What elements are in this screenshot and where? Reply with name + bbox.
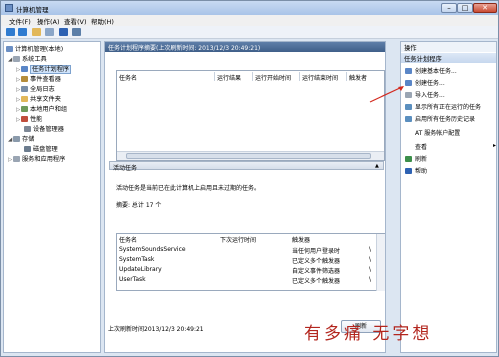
active-tasks-section-header[interactable]: 活动任务 ▲ (109, 161, 384, 172)
up-folder-icon[interactable] (32, 28, 41, 36)
tree-item-device-manager[interactable]: 设备管理器 (24, 124, 64, 133)
title-bar: 计算机管理 – □ ✕ (1, 1, 498, 15)
column-header[interactable]: 运行结束时间 (302, 73, 338, 82)
tree-item-root[interactable]: 计算机管理(本地) (6, 44, 63, 53)
maximize-button[interactable]: □ (457, 3, 473, 13)
menu-file[interactable]: 文件(F) (9, 16, 31, 26)
minimize-button[interactable]: – (441, 3, 457, 13)
computer-management-icon (5, 4, 13, 12)
tree-item-services[interactable]: ▷ 服务和应用程序 (8, 154, 65, 163)
properties-icon[interactable] (72, 28, 81, 36)
computer-icon (6, 46, 13, 52)
forward-icon[interactable] (18, 28, 27, 36)
grid-header-row: 任务名 下次运行时间 触发器 (117, 234, 377, 244)
action-at-service-config[interactable]: AT 服务帐户配置 (405, 128, 460, 137)
actions-header: 操作 (401, 42, 496, 52)
table-row[interactable]: UpdateLibrary 自定义事件筛选器 \ (117, 265, 377, 275)
center-pane: 任务计划程序摘要(上次刷新时间: 2013/12/3 20:49:21) 任务名… (104, 41, 386, 353)
active-tasks-grid: 任务名 下次运行时间 触发器 SystemSoundsService 当任何用户… (116, 233, 385, 291)
action-create-basic-task[interactable]: 创建基本任务... (405, 66, 457, 75)
menu-bar: 文件(F) 操作(A) 查看(V) 帮助(H) (1, 15, 498, 26)
summary-header: 任务计划程序摘要(上次刷新时间: 2013/12/3 20:49:21) (105, 42, 385, 52)
column-header[interactable]: 运行开始时间 (255, 73, 291, 82)
task-status-grid: 任务名 运行结果 运行开始时间 运行结束时间 触发者 (116, 70, 385, 161)
back-icon[interactable] (6, 28, 15, 36)
users-icon (21, 106, 28, 112)
storage-icon (13, 136, 20, 142)
submenu-arrow-icon: ▸ (493, 142, 497, 149)
column-header[interactable]: 任务名 (119, 235, 137, 244)
tree-item-storage[interactable]: ◢ 存储 (8, 134, 34, 143)
help-icon (405, 168, 412, 174)
annotation-arrow (369, 86, 404, 103)
menu-help[interactable]: 帮助(H) (91, 16, 114, 26)
table-row[interactable]: UserTask 已定义多个触发器 \ (117, 275, 377, 285)
column-header[interactable]: 触发者 (349, 73, 367, 82)
tree-item-global-log[interactable]: ▷ 全局日志 (16, 84, 55, 93)
folder-icon (21, 96, 28, 102)
vertical-scrollbar[interactable] (376, 234, 385, 291)
action-create-task[interactable]: 创建任务... (405, 78, 445, 87)
tree-item-disk-management[interactable]: 磁盘管理 (24, 144, 58, 153)
tree-item-task-scheduler[interactable]: ▷ 任务计划程序 (16, 64, 72, 74)
action-view[interactable]: 查看 ▸ (405, 142, 496, 151)
tree-item-system-tools[interactable]: ◢ 系统工具 (8, 54, 47, 63)
console-tree: 计算机管理(本地) ◢ 系统工具 ▷ 任务计划程序 ▷ 事件查看器 ▷ 全局日志 ▷ 共享… (3, 41, 101, 353)
action-refresh[interactable]: 刷新 (405, 154, 427, 163)
create-basic-task-icon (405, 68, 412, 74)
table-row[interactable]: SystemTask 已定义多个触发器 \ (117, 255, 377, 265)
column-header[interactable]: 触发器 (292, 235, 310, 244)
last-refresh-label: 上次刷新时间2013/12/3 20:49:21 (108, 326, 204, 333)
disk-icon (24, 146, 31, 152)
action-import-task[interactable]: 导入任务... (405, 90, 445, 99)
event-viewer-icon (21, 76, 28, 82)
log-icon (21, 86, 28, 92)
close-button[interactable]: ✕ (473, 3, 497, 13)
horizontal-scrollbar[interactable] (117, 151, 384, 160)
show-hide-tree-icon[interactable] (45, 28, 54, 36)
column-header[interactable]: 下次运行时间 (220, 235, 256, 244)
performance-icon (21, 116, 28, 122)
column-header[interactable]: 运行结果 (217, 73, 241, 82)
tree-item-performance[interactable]: ▷ 性能 (16, 114, 42, 123)
clock-icon (21, 66, 28, 72)
tree-item-event-viewer[interactable]: ▷ 事件查看器 (16, 74, 61, 83)
scroll-thumb[interactable] (126, 153, 371, 159)
action-enable-history[interactable]: 启用所有任务历史记录 (405, 114, 475, 123)
actions-subheader-task-scheduler[interactable]: 任务计划程序 (401, 53, 496, 63)
menu-view[interactable]: 查看(V) (64, 16, 87, 26)
history-icon (405, 116, 412, 122)
action-help[interactable]: 帮助 (405, 166, 427, 175)
watermark: 有多痛 无字想 (304, 324, 433, 344)
table-row[interactable]: SystemSoundsService 当任何用户登录时 \ (117, 245, 377, 255)
toolbar (1, 26, 498, 39)
running-tasks-icon (405, 104, 412, 110)
device-manager-icon (24, 126, 31, 132)
window-title: 计算机管理 (16, 6, 49, 14)
collapse-section-icon[interactable]: ▲ (375, 163, 382, 169)
actions-pane: 操作 任务计划程序 创建基本任务... 创建任务... 导入任务... 显示所有… (400, 41, 497, 353)
help-icon[interactable] (59, 28, 68, 36)
refresh-icon (405, 156, 412, 162)
action-show-running-tasks[interactable]: 显示所有正在运行的任务 (405, 102, 481, 111)
active-tasks-summary: 摘要: 总计 17 个 (116, 202, 162, 209)
active-tasks-description: 活动任务是当前已在此计算机上启用且未过期的任务。 (116, 185, 261, 192)
tools-icon (13, 56, 20, 62)
services-icon (13, 156, 20, 162)
tree-item-local-users[interactable]: ▷ 本地用户和组 (16, 104, 67, 113)
tree-item-shared-folders[interactable]: ▷ 共享文件夹 (16, 94, 61, 103)
menu-action[interactable]: 操作(A) (37, 16, 60, 26)
column-header[interactable]: 任务名 (119, 73, 137, 82)
